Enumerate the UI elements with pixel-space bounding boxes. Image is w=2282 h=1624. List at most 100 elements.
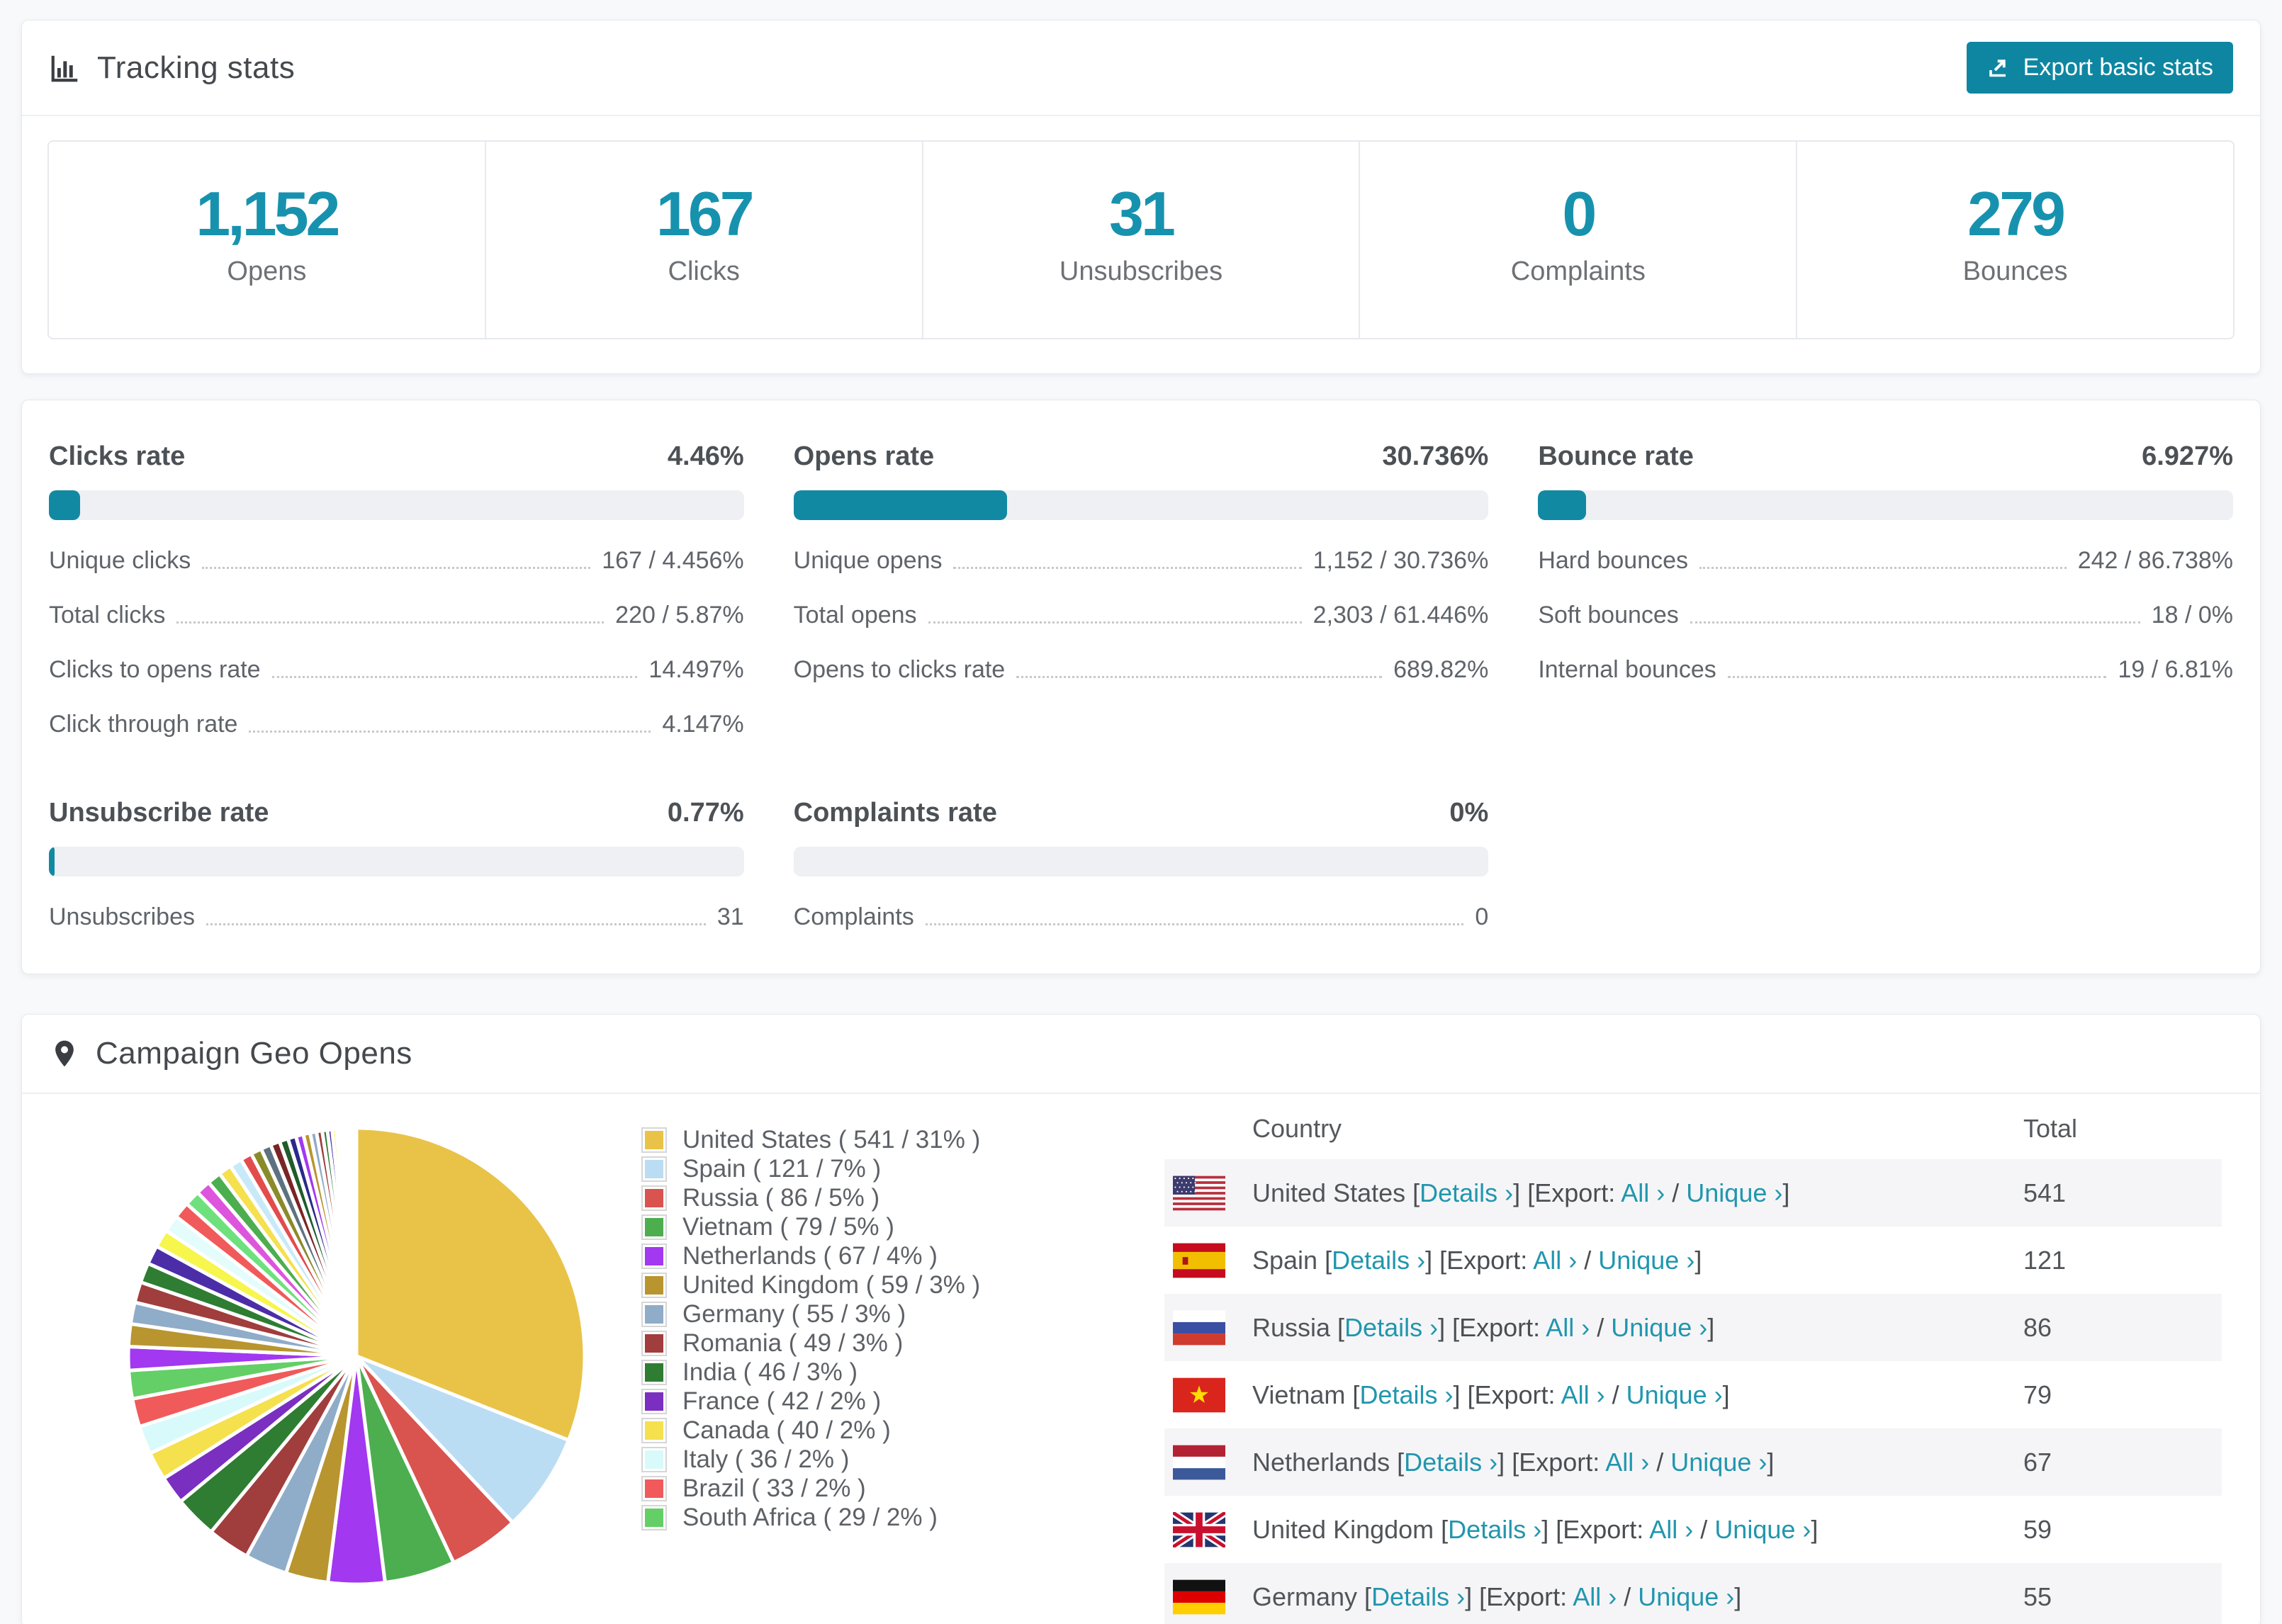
rate-detail-row: Unique clicks 167 / 4.456% (49, 547, 744, 575)
summary-label: Opens (227, 256, 307, 287)
bracket: ] (1811, 1514, 1819, 1544)
export-label: [Export: (1439, 1245, 1534, 1275)
bracket: ] (1438, 1312, 1453, 1342)
legend-item-vietnam: Vietnam ( 79 / 5% ) (641, 1212, 980, 1241)
bracket: ] (1465, 1581, 1480, 1611)
legend-label: India ( 46 / 3% ) (682, 1358, 858, 1386)
bracket: [ (1352, 1380, 1360, 1409)
geo-table-row-vn: Vietnam [Details ›] [Export: All › / Uni… (1164, 1361, 2222, 1428)
details-link[interactable]: Details › (1420, 1178, 1513, 1207)
nl-flag-icon (1173, 1445, 1225, 1480)
geo-content: United States ( 541 / 31% ) Spain ( 121 /… (22, 1094, 2260, 1624)
legend-swatch (641, 1243, 667, 1269)
total-column-header: Total (2023, 1114, 2078, 1144)
summary-label: Clicks (668, 256, 740, 287)
details-link[interactable]: Details › (1359, 1380, 1453, 1409)
dotted-leader (1690, 621, 2140, 624)
export-unique-link[interactable]: Unique › (1714, 1515, 1811, 1544)
rate-value: 30.736% (1382, 441, 1489, 472)
bracket: [ (1397, 1447, 1405, 1477)
country-cell: Netherlands [Details ›] [Export: All › /… (1252, 1448, 2023, 1477)
country-name: Germany (1252, 1581, 1365, 1611)
rate-detail-row: Click through rate 4.147% (49, 711, 744, 738)
export-unique-link[interactable]: Unique › (1598, 1246, 1694, 1275)
detail-value: 167 / 4.456% (602, 547, 744, 575)
export-all-link[interactable]: All › (1621, 1178, 1665, 1207)
details-link[interactable]: Details › (1332, 1246, 1425, 1275)
export-unique-link[interactable]: Unique › (1638, 1582, 1734, 1611)
export-all-link[interactable]: All › (1605, 1448, 1649, 1477)
rate-value: 6.927% (2142, 441, 2233, 472)
dotted-leader (176, 621, 605, 624)
legend-label: Vietnam ( 79 / 5% ) (682, 1212, 894, 1241)
geo-table-row-us: United States [Details ›] [Export: All ›… (1164, 1159, 2222, 1227)
summary-cell-complaints: 0 Complaints (1360, 142, 1798, 339)
export-all-link[interactable]: All › (1533, 1246, 1577, 1275)
export-unique-link[interactable]: Unique › (1686, 1178, 1782, 1207)
export-all-link[interactable]: All › (1546, 1313, 1590, 1342)
bracket: [ (1412, 1178, 1420, 1207)
rates-card: Clicks rate 4.46% Unique clicks 167 / 4.456… (21, 400, 2261, 975)
country-name: United States (1252, 1178, 1413, 1207)
rate-block-unsubscribe-rate: Unsubscribe rate 0.77% Unsubscribes 31 (49, 798, 744, 931)
legend-label: Romania ( 49 / 3% ) (682, 1329, 904, 1357)
legend-swatch (641, 1504, 667, 1530)
export-all-link[interactable]: All › (1573, 1582, 1617, 1611)
rate-detail-row: Total clicks 220 / 5.87% (49, 602, 744, 629)
legend-item-russia: Russia ( 86 / 5% ) (641, 1183, 980, 1212)
details-link[interactable]: Details › (1344, 1313, 1438, 1342)
rate-progress-bar (1538, 490, 2233, 521)
detail-value: 242 / 86.738% (2077, 547, 2233, 575)
legend-item-brazil: Brazil ( 33 / 2% ) (641, 1474, 980, 1503)
bracket: [ (1364, 1581, 1372, 1611)
geo-table-row-es: Spain [Details ›] [Export: All › / Uniqu… (1164, 1227, 2222, 1294)
rate-title: Unsubscribe rate (49, 798, 269, 828)
details-link[interactable]: Details › (1448, 1515, 1541, 1544)
export-unique-link[interactable]: Unique › (1611, 1313, 1707, 1342)
bracket: ] (1767, 1447, 1775, 1477)
ru-flag-icon (1173, 1310, 1225, 1346)
rate-block-complaints-rate: Complaints rate 0% Complaints 0 (793, 798, 1489, 931)
country-column-header: Country (1252, 1114, 1342, 1144)
export-icon (1989, 59, 2006, 77)
us-flag-icon (1173, 1175, 1225, 1211)
detail-label: Clicks to opens rate (49, 656, 261, 684)
detail-value: 14.497% (648, 656, 744, 684)
total-cell: 79 (2023, 1380, 2052, 1409)
export-all-link[interactable]: All › (1649, 1515, 1693, 1544)
detail-value: 220 / 5.87% (615, 602, 744, 629)
rate-value: 0% (1449, 798, 1489, 828)
export-unique-link[interactable]: Unique › (1626, 1380, 1723, 1409)
legend-label: Canada ( 40 / 2% ) (682, 1416, 891, 1444)
detail-value: 1,152 / 30.736% (1313, 547, 1489, 575)
country-cell: Germany [Details ›] [Export: All › / Uni… (1252, 1582, 2023, 1612)
rate-detail-row: Unique opens 1,152 / 30.736% (794, 547, 1489, 575)
rate-detail-row: Total opens 2,303 / 61.446% (794, 602, 1489, 629)
total-cell: 59 (2023, 1514, 2052, 1544)
detail-label: Click through rate (49, 711, 238, 738)
export-unique-link[interactable]: Unique › (1670, 1448, 1767, 1477)
summary-cell-opens: 1,152 Opens (49, 142, 486, 339)
export-label: [Export: (1467, 1380, 1561, 1409)
export-all-link[interactable]: All › (1561, 1380, 1605, 1409)
detail-value: 31 (716, 903, 744, 931)
summary-cell-clicks: 167 Clicks (486, 142, 923, 339)
country-cell: United Kingdom [Details ›] [Export: All … (1252, 1515, 2023, 1545)
slash: / (1577, 1245, 1599, 1275)
detail-label: Opens to clicks rate (793, 656, 1006, 684)
details-link[interactable]: Details › (1404, 1448, 1497, 1477)
rate-progress-fill (793, 490, 1008, 521)
map-pin-icon (49, 1038, 80, 1069)
rate-value: 4.46% (667, 441, 744, 472)
summary-stats-box: 1,152 Opens 167 Clicks 31 Unsubscribes 0 Compla… (47, 140, 2235, 340)
total-cell: 55 (2023, 1581, 2052, 1611)
dotted-leader (1016, 676, 1383, 679)
details-link[interactable]: Details › (1371, 1582, 1465, 1611)
rate-progress-bar (793, 490, 1489, 521)
rate-block-opens-rate: Opens rate 30.736% Unique opens 1,152 / 30.… (793, 441, 1489, 738)
detail-label: Unique opens (793, 547, 943, 575)
export-basic-stats-button[interactable]: Export basic stats (1966, 42, 2233, 94)
legend-label: Netherlands ( 67 / 4% ) (682, 1241, 938, 1270)
export-label: [Export: (1479, 1581, 1573, 1611)
legend-item-spain: Spain ( 121 / 7% ) (641, 1154, 980, 1183)
